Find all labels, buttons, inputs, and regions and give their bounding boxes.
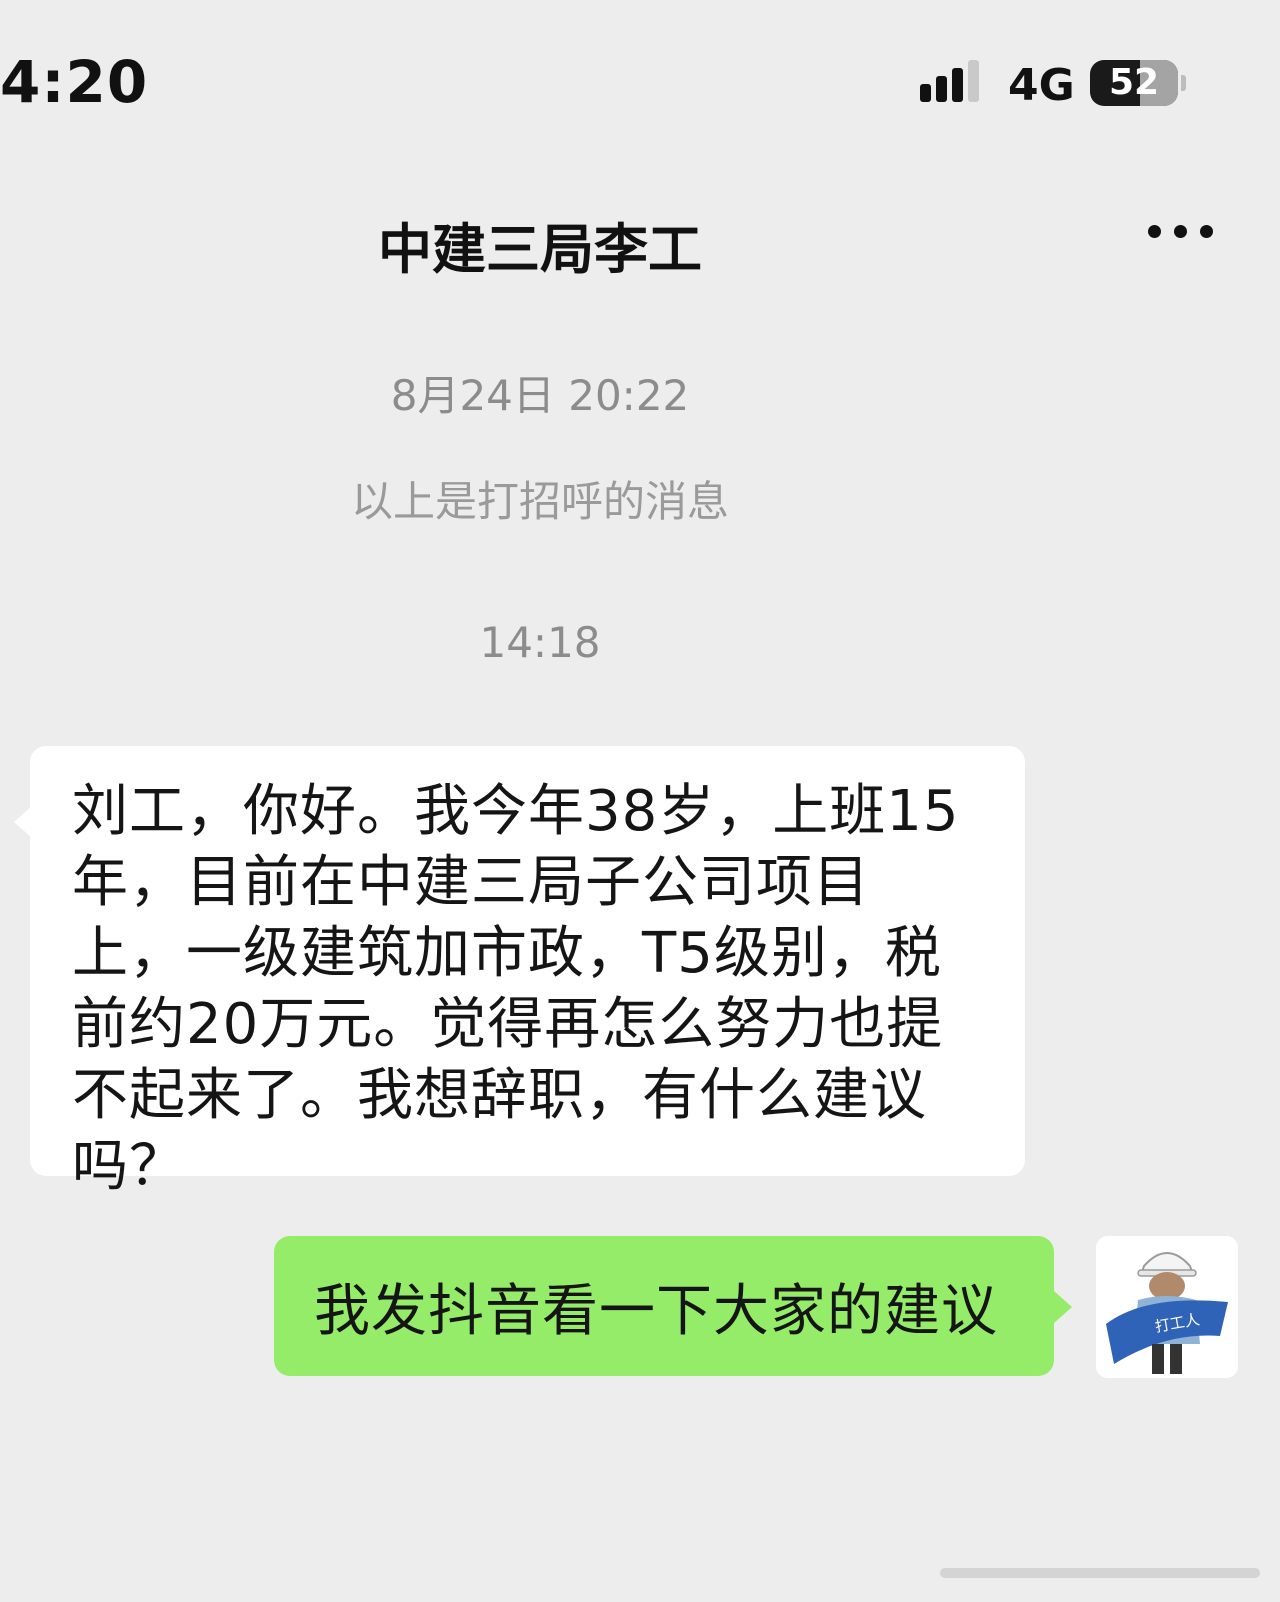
outgoing-message-text: 我发抖音看一下大家的建议 [314,1278,998,1344]
network-label: 4G [1008,60,1075,111]
battery-icon: 52 [1090,60,1186,106]
worker-avatar-icon[interactable]: 打工人 [1096,1236,1238,1378]
date-stamp: 8月24日 20:22 [390,371,690,420]
incoming-message-text: 刘工，你好。我今年38岁，上班15年，目前在中建三局子公司项目上，一级建筑加市政… [72,779,960,1199]
more-dots-icon[interactable] [1148,225,1218,239]
outgoing-message-bubble[interactable]: 我发抖音看一下大家的建议 [274,1236,1072,1376]
chat-title: 中建三局李工 [378,218,702,281]
greeting-hint: 以上是打招呼的消息 [350,477,729,526]
battery-level: 52 [1108,62,1160,103]
incoming-message-bubble[interactable]: 刘工，你好。我今年38岁，上班15年，目前在中建三局子公司项目上，一级建筑加市政… [14,746,1025,1199]
status-time: 4:20 [0,48,149,116]
avatar-image: 打工人 [1096,1236,1238,1378]
time-stamp: 14:18 [479,618,601,667]
signal-icon [920,60,990,108]
home-indicator [940,1568,1260,1578]
